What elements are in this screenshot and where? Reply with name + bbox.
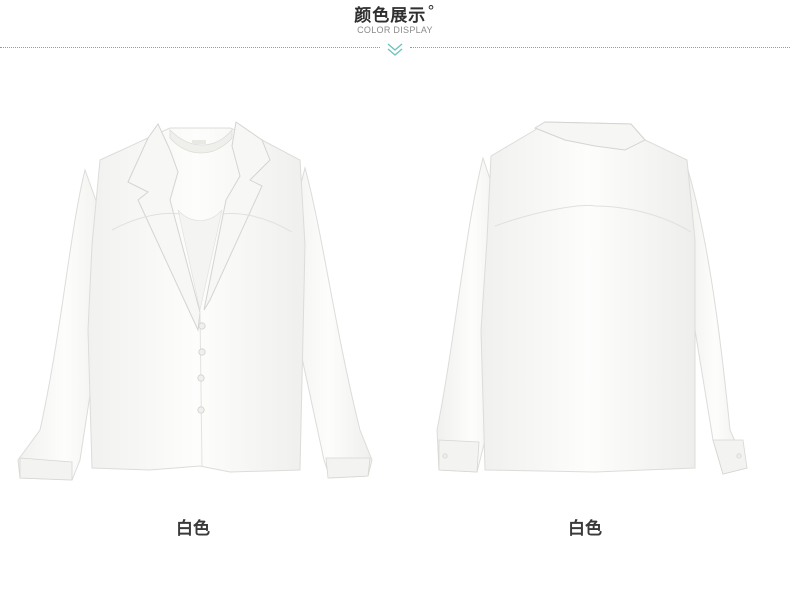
- color-label-front: 白色: [176, 519, 210, 539]
- shirt-back-image: [436, 121, 748, 475]
- product-front: 白色: [0, 0, 395, 600]
- color-label-back: 白色: [568, 519, 602, 539]
- shirt-front-image: [17, 121, 373, 481]
- product-back: 白色: [395, 0, 790, 600]
